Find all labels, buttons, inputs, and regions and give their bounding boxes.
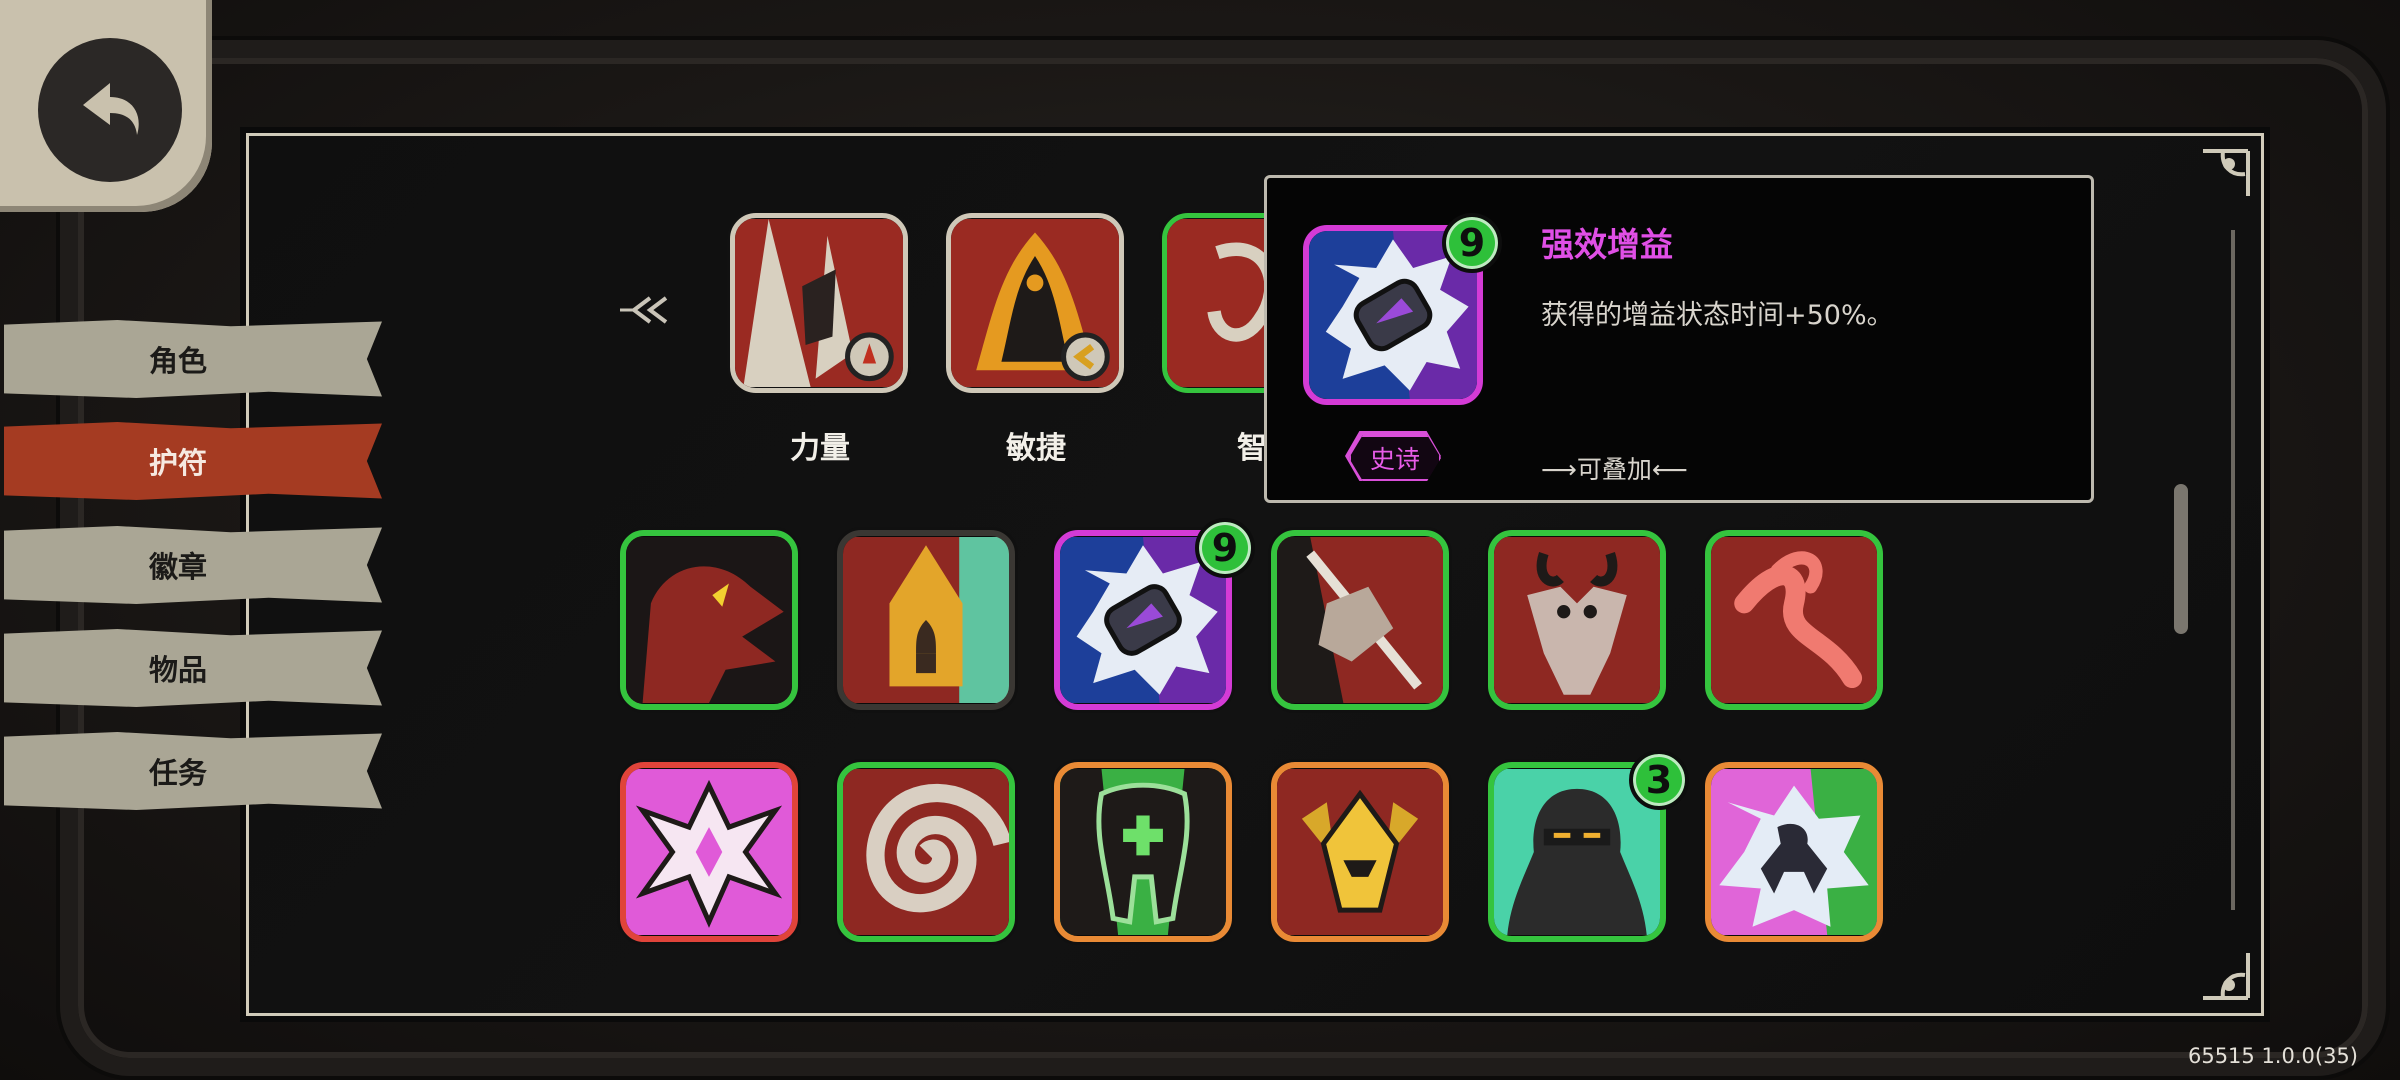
scrollbar-thumb[interactable] — [2174, 484, 2188, 634]
version-label: 65515 1.0.0(35) — [2187, 1044, 2358, 1068]
amulet-count-badge: 3 — [1629, 750, 1689, 810]
tooltip-description: 获得的增益状态时间+50%。 — [1541, 300, 1894, 331]
amulet-demon[interactable] — [1488, 530, 1666, 710]
strength-icon[interactable] — [730, 213, 908, 393]
beast-head-icon — [626, 537, 792, 703]
amulet-bullet[interactable] — [837, 530, 1015, 710]
agility-icon[interactable] — [946, 213, 1124, 393]
corner-ornament-icon — [2203, 149, 2250, 196]
amulet-tentacle[interactable] — [1705, 530, 1883, 710]
attr-label-strength: 力量 — [790, 431, 850, 466]
tooltip-count-badge: 9 — [1442, 213, 1502, 273]
pink-sigil-icon — [626, 769, 792, 935]
rarity-tag: 史诗 — [1349, 435, 1441, 481]
stackable-label: ⟶可叠加⟵ — [1541, 455, 1688, 484]
tab-amulet[interactable]: 护符 — [4, 422, 382, 500]
back-arrow-icon — [38, 38, 182, 182]
crouching-figure-icon — [1711, 769, 1877, 935]
demon-icon — [1494, 537, 1660, 703]
golden-helmet-icon — [1277, 769, 1443, 935]
amulet-crouching-figure[interactable] — [1705, 762, 1883, 942]
scrollbar-track[interactable] — [2231, 230, 2235, 910]
amulet-count-badge: 9 — [1195, 518, 1255, 578]
attr-label-agility: 敏捷 — [1006, 431, 1066, 466]
tab-character[interactable]: 角色 — [4, 320, 382, 398]
tab-badge[interactable]: 徽章 — [4, 526, 382, 604]
amulet-spiral[interactable] — [837, 762, 1015, 942]
corner-ornament-icon — [2203, 953, 2250, 1000]
double-chevron-left-icon[interactable] — [620, 290, 690, 330]
amulet-tooth-cross[interactable] — [1054, 762, 1232, 942]
tab-items[interactable]: 物品 — [4, 629, 382, 707]
amulet-golden-helmet[interactable] — [1271, 762, 1449, 942]
amulet-tooltip: 9 强效增益 获得的增益状态时间+50%。 史诗 ⟶可叠加⟵ — [1264, 175, 2094, 503]
amulet-beast-head[interactable] — [620, 530, 798, 710]
amulet-spear[interactable] — [1271, 530, 1449, 710]
tentacle-icon — [1711, 537, 1877, 703]
tooltip-title: 强效增益 — [1541, 225, 1673, 264]
spear-icon — [1277, 537, 1443, 703]
amulet-pink-sigil[interactable] — [620, 762, 798, 942]
tab-quests[interactable]: 任务 — [4, 732, 382, 810]
back-button[interactable] — [0, 0, 212, 212]
bullet-icon — [843, 537, 1009, 703]
tooth-cross-icon — [1060, 769, 1226, 935]
spiral-icon — [843, 769, 1009, 935]
